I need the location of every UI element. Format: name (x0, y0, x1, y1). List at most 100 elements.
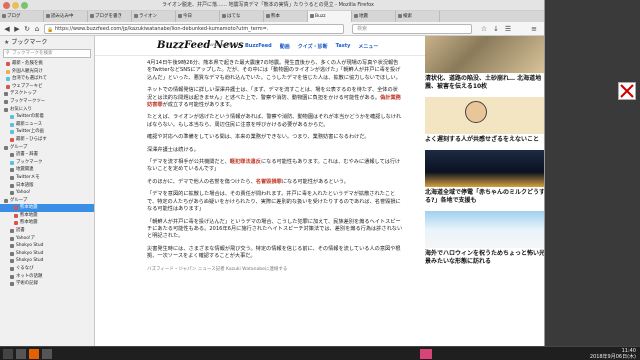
bookmark-item[interactable]: 熊本地震 (0, 219, 94, 227)
bookmark-item[interactable]: デスクトップ (0, 90, 94, 98)
back-arrow-icon[interactable]: ◀ (3, 25, 11, 33)
author-byline[interactable]: バズフィード・ジャパン ニュース記者 Kazuki Watanabeに連絡する (147, 266, 403, 273)
bookmark-favicon-icon (10, 160, 14, 165)
bookmark-favicon-icon (10, 115, 14, 120)
bookmark-item[interactable]: グループ (0, 144, 94, 152)
bookmark-item[interactable]: 台湾でも選ばれて (0, 75, 94, 83)
library-icon[interactable]: ☰ (504, 25, 512, 33)
bookmark-label: 学術の記録 (16, 281, 38, 287)
forward-arrow-icon[interactable]: ▶ (13, 25, 21, 33)
bookmark-item[interactable]: 熊本地震 (0, 212, 94, 220)
bookmark-favicon-icon (10, 191, 14, 196)
article-paragraph: 「デマを意図的に拡散した場合は、その責任が問われます。井戸に毒を入れたというデマ… (147, 191, 401, 213)
related-card-title[interactable]: 清状化、道路の陥没、土砂崩れ… 北海道地震、被害を伝える10枚 (425, 75, 544, 91)
related-card-title[interactable]: 北海道全域で停電「赤ちゃんのミルクどうする?」各地で支援も (425, 189, 544, 205)
bookmark-favicon-icon (14, 221, 18, 226)
download-icon[interactable]: ↓ (492, 25, 500, 33)
maximize-window-icon[interactable] (21, 2, 28, 9)
bookmark-favicon-icon (10, 267, 14, 272)
browser-tab[interactable]: 読み込み中 (44, 11, 88, 22)
bookmark-favicon-icon (10, 183, 14, 188)
bookmark-star-icon[interactable]: ☆ (480, 25, 488, 33)
browser-tab[interactable]: Buzz (308, 11, 352, 22)
bookmark-item[interactable]: 日本語版 (0, 182, 94, 190)
bookmark-item[interactable]: お気に入り (0, 106, 94, 114)
browser-tab[interactable]: 今日 (176, 11, 220, 22)
related-card-title[interactable]: よく遅刻する人が共感せざるをえないこと (425, 136, 544, 144)
article-paragraph: 災害発生時には、さまざまな情報が飛び交う。特定の情報を信じる前に、その情報を流し… (147, 245, 401, 260)
site-nav-link[interactable]: 動画 (280, 43, 290, 50)
bookmark-item[interactable]: 最新ニュース (0, 121, 94, 129)
bookmark-search-input[interactable]: ⚲ ブックマークを検索 (3, 49, 91, 58)
search-input[interactable]: 検索 (352, 24, 472, 34)
card-image-road[interactable] (425, 36, 544, 73)
browser-tab[interactable]: ブログを書き (88, 11, 132, 22)
bookmark-item[interactable]: 最新・ひらばす (0, 136, 94, 144)
site-nav-link[interactable]: BuzzFeed (245, 43, 272, 50)
article-paragraph: 深澤弁護士は続ける。 (147, 146, 199, 153)
taskbar: 11:40 2018年9月06日(木) (0, 346, 640, 360)
bookmark-label: 読書 (16, 228, 25, 234)
firefox-icon[interactable] (29, 349, 39, 359)
article-paragraph: たとえば、ライオンが逃げたという情報があれば、警察や消防、動物園はそれが本当かど… (147, 114, 402, 128)
bookmark-item[interactable]: Yahoo!ア (0, 235, 94, 243)
bookmark-item[interactable]: ブックマークツー (0, 98, 94, 106)
bookmark-item[interactable]: 最新・危険を挑 (0, 60, 94, 68)
bookmark-item[interactable]: Shokyo Stud (0, 242, 94, 250)
site-nav-link[interactable]: メニュー (358, 43, 378, 50)
bookmark-favicon-icon (10, 236, 14, 241)
bookmark-item[interactable]: Shokyo Stud (0, 257, 94, 265)
bookmark-favicon-icon (10, 229, 14, 234)
card-image-night-city[interactable] (425, 150, 544, 187)
bookmark-favicon-icon (6, 77, 10, 82)
bookmark-item[interactable]: 学術の記録 (0, 280, 94, 288)
bookmark-item[interactable]: ぐるなび (0, 265, 94, 273)
browser-tab[interactable]: はてな (220, 11, 264, 22)
bookmark-item[interactable]: ブックマーク (0, 159, 94, 167)
bookmark-favicon-icon (14, 213, 18, 218)
browser-tab[interactable]: 検索 (396, 11, 440, 22)
terminal-icon[interactable] (42, 349, 52, 359)
tab-label: 検索 (403, 14, 412, 19)
browser-tab[interactable]: 地震 (352, 11, 396, 22)
site-nav-link[interactable]: クイズ・診断 (298, 43, 328, 50)
bookmark-label: グループ (10, 197, 28, 203)
bookmark-label: 読書・辞書 (16, 152, 38, 158)
bookmark-item[interactable]: Twitter上の画 (0, 128, 94, 136)
reload-icon[interactable]: ↻ (23, 25, 31, 33)
card-image-illustration[interactable] (425, 97, 544, 134)
url-bar[interactable]: 🔒 https://www.buzzfeed.com/jp/kazukiwata… (44, 24, 344, 34)
bookmark-item[interactable]: 読書・辞書 (0, 151, 94, 159)
bookmark-item[interactable]: Twitterの新着 (0, 113, 94, 121)
bookmark-label: お気に入り (10, 106, 32, 112)
bookmark-item[interactable]: 外国人観光向け (0, 68, 94, 76)
clock[interactable]: 11:40 2018年9月06日(木) (590, 348, 636, 360)
close-window-icon[interactable] (3, 2, 10, 9)
minimize-window-icon[interactable] (12, 2, 19, 9)
file-manager-icon[interactable] (16, 349, 26, 359)
bookmark-favicon-icon (4, 145, 8, 150)
menu-icon[interactable]: ≡ (530, 25, 538, 33)
bookmark-item[interactable]: グループ (0, 197, 94, 205)
bookmark-label: ウェブアーキビ (12, 83, 43, 89)
bookmark-item[interactable]: Twitterメモ (0, 174, 94, 182)
browser-tab[interactable]: ライオン (132, 11, 176, 22)
home-icon[interactable]: ⌂ (33, 25, 41, 33)
related-card-title[interactable]: 海外でハロウィンを祝うためちょっと怖い光景みたいな形態に訪れる (425, 250, 544, 266)
bookmark-item[interactable]: ネットの話題 (0, 273, 94, 281)
browser-tab[interactable]: 熊本 (264, 11, 308, 22)
browser-tab[interactable]: ブログ (0, 11, 44, 22)
tab-label: 地震 (359, 14, 368, 19)
bookmark-item[interactable]: Shokyo Stud (0, 250, 94, 258)
bookmark-item[interactable]: ウェブアーキビ (0, 83, 94, 91)
bookmark-item[interactable]: 熊本地震 (0, 204, 94, 212)
start-menu-icon[interactable] (3, 349, 13, 359)
bookmark-item[interactable]: Yahoo! (0, 189, 94, 197)
related-articles: 清状化、道路の陥没、土砂崩れ… 北海道地震、被害を伝える10枚 よく遅刻する人が… (425, 36, 544, 346)
bookmark-item[interactable]: 読書 (0, 227, 94, 235)
input-method-icon[interactable] (420, 349, 432, 359)
site-nav-link[interactable]: Tasty (336, 43, 351, 50)
close-x-icon[interactable] (618, 82, 636, 100)
bookmark-item[interactable]: 地震関連 (0, 166, 94, 174)
card-image-white-town[interactable] (425, 211, 544, 248)
